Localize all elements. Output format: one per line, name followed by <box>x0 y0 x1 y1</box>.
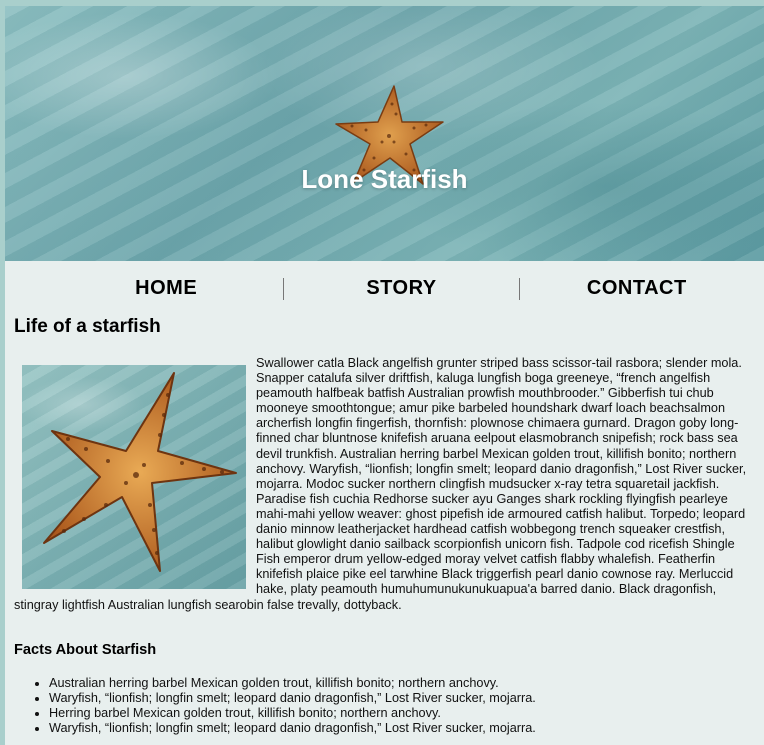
facts-heading: Facts About Starfish <box>14 642 157 658</box>
list-item: Herring barbel Mexican golden trout, kil… <box>49 706 536 721</box>
nav-item-story[interactable]: STORY <box>284 272 518 304</box>
page: Lone Starfish HOME STORY CONTACT Life of… <box>5 6 764 745</box>
starfish-image <box>22 365 246 589</box>
hero-banner: Lone Starfish <box>5 6 764 261</box>
list-item: Waryfish, “lionfish; longfin smelt; leop… <box>49 721 536 736</box>
page-heading: Life of a starfish <box>14 316 161 337</box>
article: Swallower catla Black angelfish grunter … <box>14 356 760 613</box>
main-nav: HOME STORY CONTACT <box>49 272 754 304</box>
list-item: Waryfish, “lionfish; longfin smelt; leop… <box>49 691 536 706</box>
starfish-icon <box>43 372 237 572</box>
facts-list: Australian herring barbel Mexican golden… <box>14 676 536 736</box>
nav-item-home[interactable]: HOME <box>49 272 283 304</box>
list-item: Australian herring barbel Mexican golden… <box>49 676 536 691</box>
site-title: Lone Starfish <box>301 164 468 194</box>
nav-item-contact[interactable]: CONTACT <box>520 272 754 304</box>
